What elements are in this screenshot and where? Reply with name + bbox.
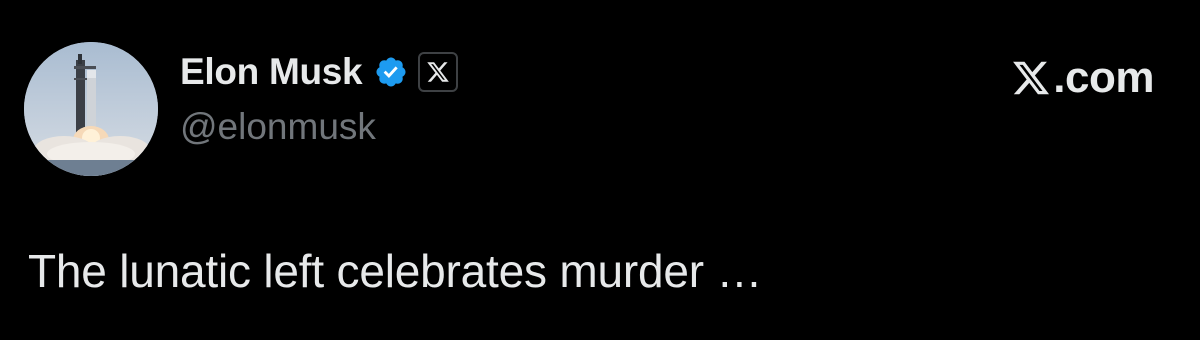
rocket-launch-avatar — [24, 42, 158, 176]
author-handle[interactable]: @elonmusk — [180, 106, 376, 148]
display-name[interactable]: Elon Musk — [180, 51, 363, 93]
brand-watermark: .com — [1011, 52, 1154, 104]
tweet-text: The lunatic left celebrates murder … — [28, 245, 763, 297]
author-name-row: Elon Musk — [180, 50, 459, 94]
verified-badge-icon[interactable] — [374, 55, 408, 89]
affiliate-x-logo-icon[interactable] — [418, 52, 459, 92]
tweet-card: Elon Musk @elonmusk .com The lunatic lef… — [0, 0, 1200, 340]
x-logo-icon — [1011, 58, 1051, 98]
brand-domain: .com — [1053, 53, 1154, 102]
avatar[interactable] — [24, 42, 158, 176]
